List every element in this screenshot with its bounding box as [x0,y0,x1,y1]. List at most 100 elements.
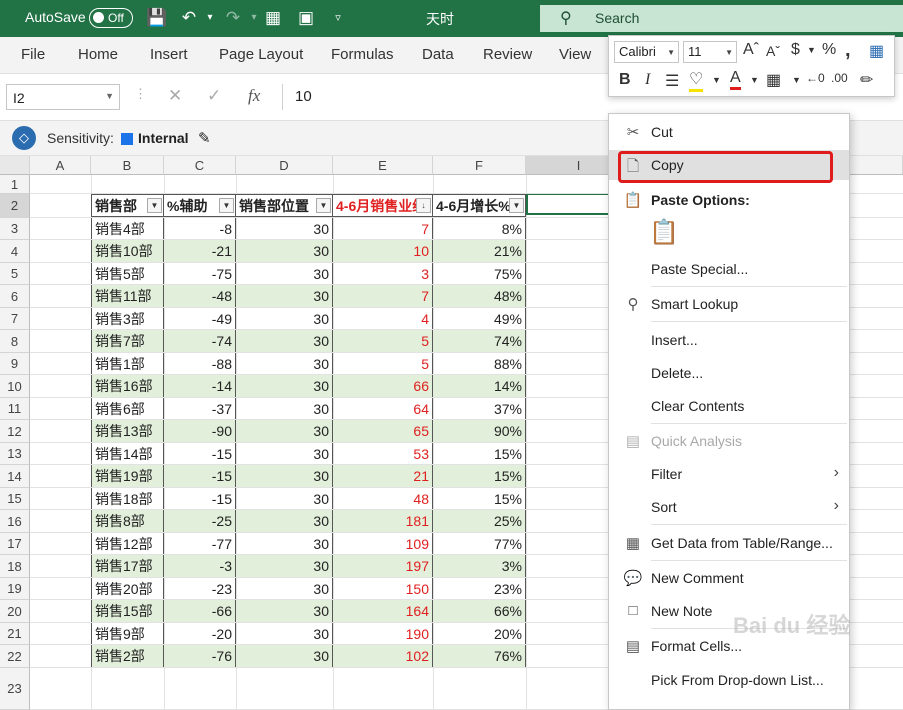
row-header[interactable]: 19 [0,578,30,600]
table-cell[interactable]: 7 [333,218,433,241]
filter-dropdown-icon[interactable]: ▼ [147,198,162,213]
tab-formulas[interactable]: Formulas [331,46,394,63]
menu-item-filter[interactable]: Filter › [609,459,849,489]
form-icon[interactable]: ▦ [262,7,284,29]
row-header[interactable]: 9 [0,353,30,375]
table-cell[interactable]: 30 [236,398,333,421]
table-cell[interactable]: 102 [333,645,433,668]
row-header[interactable]: 12 [0,420,30,443]
format-painter-icon[interactable]: ✏ [860,70,873,90]
table-cell[interactable]: 181 [333,510,433,533]
table-cell[interactable]: -77 [164,533,236,556]
row-header[interactable]: 15 [0,488,30,510]
row-header[interactable]: 2 [0,194,30,218]
table-cell[interactable]: 190 [333,623,433,646]
column-header-c[interactable]: C [164,156,236,175]
table-cell[interactable]: 销售10部 [91,240,164,263]
column-header-f[interactable]: F [433,156,526,175]
table-cell[interactable]: 销售3部 [91,308,164,331]
row-header[interactable]: 17 [0,533,30,555]
chevron-down-icon[interactable]: ▼ [667,48,675,57]
table-cell[interactable]: 销售20部 [91,578,164,601]
table-cell[interactable]: 23% [433,578,526,601]
font-size-box[interactable]: 11 ▼ [683,41,737,63]
autosave-toggle[interactable]: Off [89,8,133,28]
row-header[interactable]: 20 [0,600,30,623]
chevron-down-icon[interactable]: ▼ [105,91,114,101]
table-cell[interactable]: 5 [333,330,433,353]
table-cell[interactable]: -15 [164,465,236,488]
table-cell[interactable]: -48 [164,285,236,308]
font-color-icon[interactable]: A [730,69,741,90]
table-cell[interactable]: 66 [333,375,433,398]
select-all-corner[interactable] [0,156,30,175]
table-cell[interactable]: 销售5部 [91,263,164,286]
table-cell[interactable]: -23 [164,578,236,601]
table-cell[interactable]: -74 [164,330,236,353]
table-cell[interactable]: -75 [164,263,236,286]
bold-icon[interactable]: B [619,71,631,89]
table-cell[interactable]: 3% [433,555,526,578]
table-cell[interactable]: 30 [236,533,333,556]
table-cell[interactable]: 64 [333,398,433,421]
table-cell[interactable]: 65 [333,420,433,443]
filter-dropdown-icon[interactable]: ▼ [219,198,234,213]
table-cell[interactable]: 销售14部 [91,443,164,466]
table-cell[interactable]: 197 [333,555,433,578]
table-cell[interactable]: -25 [164,510,236,533]
table-cell[interactable]: 30 [236,353,333,376]
menu-item-sort[interactable]: Sort › [609,492,849,522]
table-cell[interactable]: 30 [236,375,333,398]
table-cell[interactable]: -15 [164,443,236,466]
chevron-down-icon[interactable]: ▼ [807,45,816,55]
formula-input[interactable]: 10 [282,84,612,110]
insert-function-icon[interactable]: fx [248,86,260,106]
column-header-b[interactable]: B [91,156,164,175]
table-cell[interactable]: -3 [164,555,236,578]
table-cell[interactable]: 销售16部 [91,375,164,398]
paste-icon[interactable]: 📋 [649,218,679,250]
table-cell[interactable]: 30 [236,645,333,668]
tab-page-layout[interactable]: Page Layout [219,46,303,63]
row-header[interactable]: 8 [0,330,30,353]
tab-home[interactable]: Home [78,46,118,63]
table-cell[interactable]: 30 [236,308,333,331]
save-icon[interactable]: 💾 [146,7,168,29]
table-cell[interactable]: 30 [236,623,333,646]
table-cell[interactable]: 15% [433,465,526,488]
chevron-down-icon[interactable]: ▼ [712,75,721,85]
undo-icon[interactable]: ↶ [178,7,200,29]
undo-dropdown-icon[interactable]: ▾ [199,7,221,29]
row-header[interactable]: 5 [0,263,30,285]
row-header[interactable]: 18 [0,555,30,578]
table-cell[interactable]: 销售15部 [91,600,164,623]
table-cell[interactable]: 销售17部 [91,555,164,578]
comma-style-icon[interactable]: , [845,39,851,62]
percent-icon[interactable]: % [822,41,836,59]
table-cell[interactable]: 30 [236,330,333,353]
table-cell[interactable]: 销售8部 [91,510,164,533]
table-cell[interactable]: 30 [236,600,333,623]
row-header[interactable]: 6 [0,285,30,308]
table-cell[interactable]: 25% [433,510,526,533]
row-header[interactable]: 16 [0,510,30,533]
table-cell[interactable]: 30 [236,420,333,443]
table-cell[interactable]: 48% [433,285,526,308]
table-cell[interactable]: 30 [236,443,333,466]
chevron-down-icon[interactable]: ▼ [792,75,801,85]
cancel-icon[interactable]: ✕ [168,86,182,106]
row-header[interactable]: 4 [0,240,30,263]
table-cell[interactable]: 37% [433,398,526,421]
table-cell[interactable]: 53 [333,443,433,466]
table-cell[interactable]: 49% [433,308,526,331]
table-cell[interactable]: 30 [236,285,333,308]
table-cell[interactable]: 30 [236,263,333,286]
shrink-font-icon[interactable]: Aˇ [766,43,780,59]
tab-insert[interactable]: Insert [150,46,188,63]
italic-icon[interactable]: I [645,71,650,89]
table-cell[interactable]: 30 [236,465,333,488]
table-cell[interactable]: 销售19部 [91,465,164,488]
table-cell[interactable]: -14 [164,375,236,398]
row-header[interactable]: 11 [0,398,30,420]
table-cell[interactable]: 30 [236,218,333,241]
